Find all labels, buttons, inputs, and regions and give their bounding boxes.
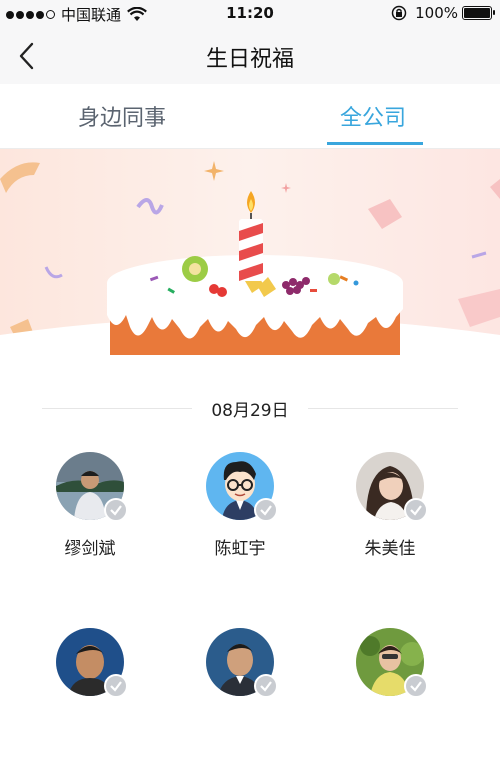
check-icon[interactable] (254, 498, 278, 522)
check-icon[interactable] (404, 674, 428, 698)
person-card[interactable] (180, 628, 300, 768)
person-name: 朱美佳 (364, 539, 416, 559)
tab-nearby-colleagues[interactable]: 身边同事 (78, 100, 166, 132)
person-name: 陈虹宇 (214, 539, 266, 559)
status-bar: 中国联通 11:20 100% (0, 0, 500, 28)
check-icon[interactable] (254, 674, 278, 698)
check-icon[interactable] (104, 674, 128, 698)
person-name: 缪剑斌 (64, 539, 116, 559)
check-icon[interactable] (104, 498, 128, 522)
birthday-cake-banner (0, 149, 500, 355)
person-card[interactable]: 朱美佳 (330, 452, 450, 592)
date-divider: 08月29日 (42, 396, 458, 422)
check-icon[interactable] (404, 498, 428, 522)
person-card[interactable]: 缪剑斌 (30, 452, 150, 592)
person-card[interactable]: 陈虹宇 (180, 452, 300, 592)
person-card[interactable] (30, 628, 150, 768)
battery-percent: 100% (415, 4, 458, 22)
page-title: 生日祝福 (205, 47, 294, 72)
status-right: 100% (391, 4, 495, 22)
orientation-lock-icon (391, 5, 407, 21)
tab-bar: 身边同事 全公司 (0, 84, 500, 149)
tab-whole-company[interactable]: 全公司 (340, 100, 406, 132)
divider-line-right (308, 408, 458, 409)
nav-bar: 生日祝福 (0, 28, 500, 84)
battery-icon (462, 6, 495, 20)
active-tab-indicator (327, 142, 423, 145)
person-card[interactable] (330, 628, 450, 768)
